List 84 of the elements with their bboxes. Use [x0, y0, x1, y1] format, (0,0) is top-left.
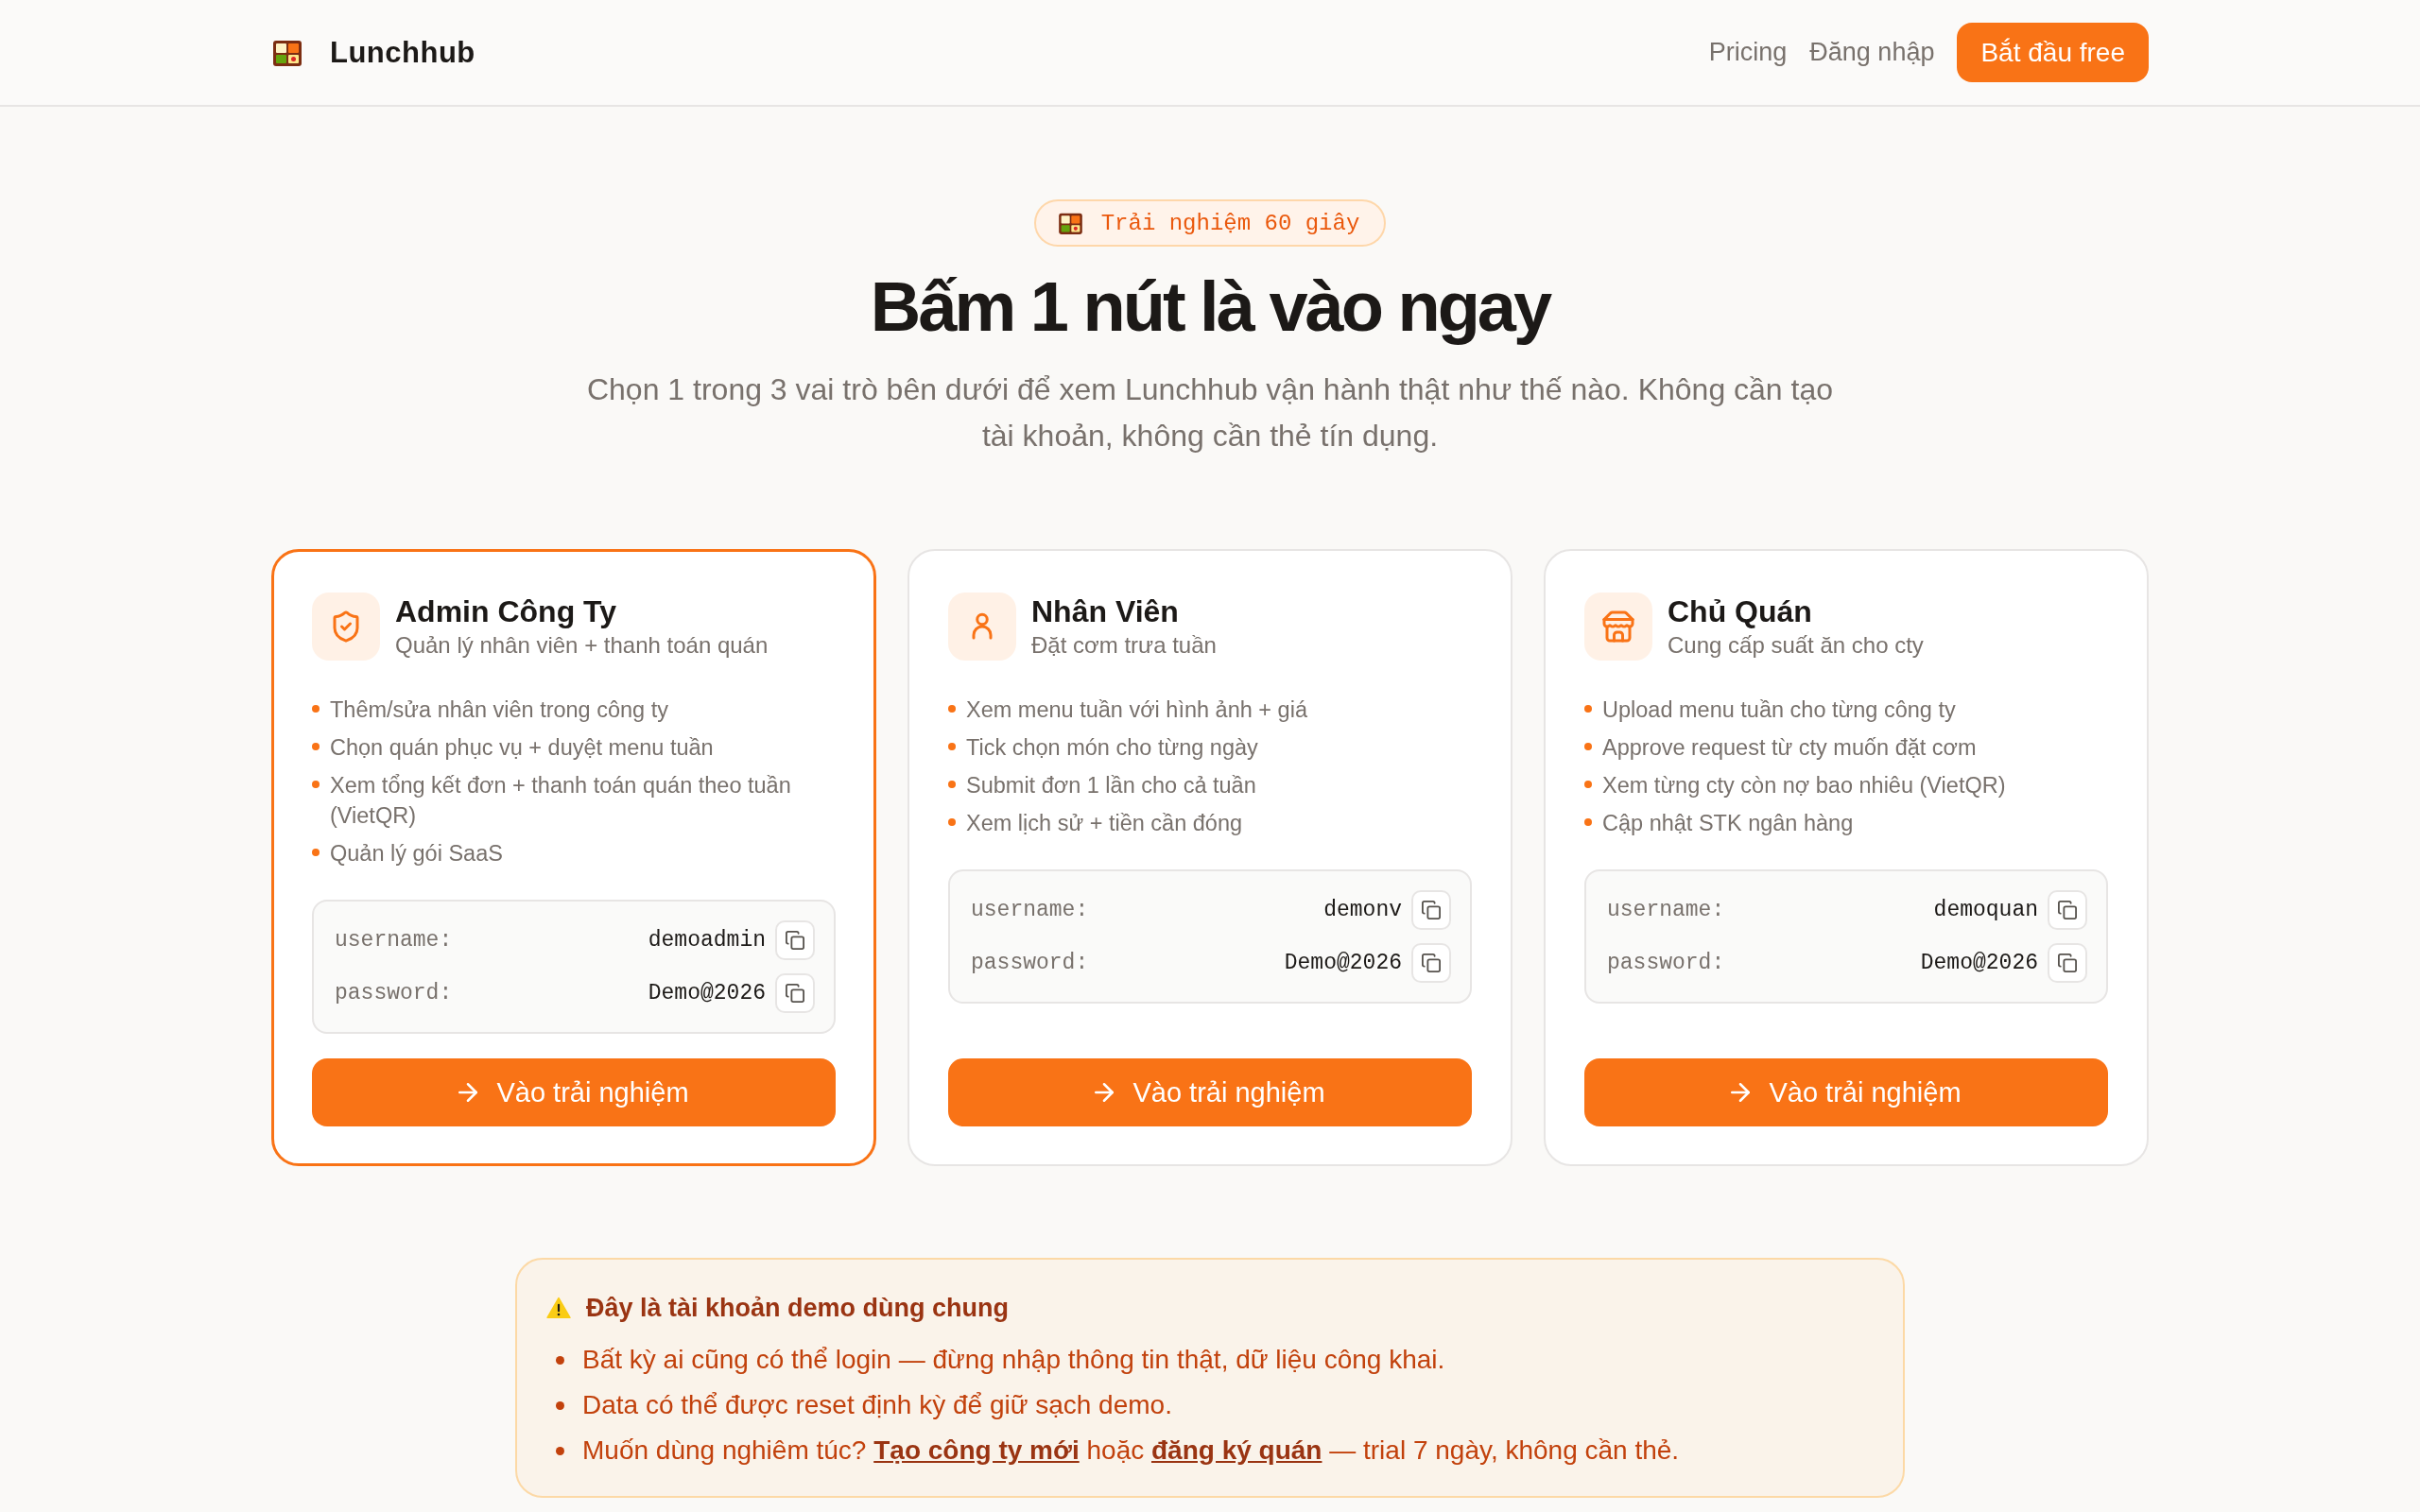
- credential-label: password:: [971, 951, 1090, 975]
- bullet-icon: [948, 743, 956, 750]
- credential-label: username:: [971, 898, 1090, 922]
- arrow-right-icon: [1095, 1083, 1115, 1102]
- credential-value: demoquan: [1933, 898, 2038, 922]
- notice-text: Bất kỳ ai cũng có thể login — đừng nhập thông tin thật, dữ liệu công khai.: [582, 1344, 1445, 1376]
- feature-text: Tick chọn món cho từng ngày: [966, 734, 1258, 762]
- bullet-icon: [556, 1401, 564, 1410]
- credential-value: demonv: [1323, 898, 1402, 922]
- bento-box-icon: [273, 39, 302, 66]
- bullet-icon: [1584, 781, 1592, 788]
- bullet-icon: [1584, 705, 1592, 713]
- feature-text: Thêm/sửa nhân viên trong công ty: [330, 696, 668, 724]
- feature-text: Xem lịch sử + tiền cần đóng: [966, 810, 1243, 837]
- notice-text: Data có thể được reset định kỳ để giữ sạch demo.: [582, 1389, 1172, 1421]
- link[interactable]: Tạo công ty mới: [873, 1435, 1080, 1465]
- bullet-icon: [312, 743, 320, 750]
- try-demo-button[interactable]: Vào trải nghiệm: [1584, 1058, 2108, 1126]
- role-card[interactable]: Nhân Viên Đặt cơm trưa tuần Xem menu tuần với hình ảnh + giá Tick chọn món cho từng ngày Submit đơn 1 lần cho cả tuần Xem lịch sử + tiền cần đóng username: demonv password: Demo@2026 Vào trải nghiệm: [908, 549, 1512, 1166]
- page-subtitle: Chọn 1 trong 3 vai trò bên dưới để xem Lunchhub vận hành thật như thế nào. Không cần tạo tài khoản, không cần thẻ tín dụng.: [585, 371, 1835, 455]
- credential-value: demoadmin: [648, 928, 766, 953]
- notice-text: Muốn dùng nghiêm túc? Tạo công ty mới hoặc đăng ký quán — trial 7 ngày, không cần thẻ.: [582, 1435, 1680, 1467]
- warning-icon: [546, 1297, 571, 1319]
- copy-button[interactable]: [775, 920, 815, 960]
- bullet-icon: [1584, 743, 1592, 750]
- credential-value: Demo@2026: [648, 981, 766, 1005]
- feature-text: Cập nhật STK ngân hàng: [1602, 810, 1854, 837]
- signup-button[interactable]: Bắt đầu free: [1957, 23, 2149, 82]
- credential-label: username:: [1607, 898, 1726, 922]
- role-title: Nhân Viên: [1031, 593, 1180, 630]
- copy-icon: [2058, 901, 2077, 919]
- copy-button[interactable]: [1411, 890, 1451, 930]
- role-card[interactable]: [271, 549, 876, 1166]
- credential-value: Demo@2026: [1920, 951, 2038, 975]
- feature-text: Submit đơn 1 lần cho cả tuần: [966, 772, 1256, 799]
- feature-text: Chọn quán phục vụ + duyệt menu tuần: [330, 734, 714, 762]
- bullet-icon: [1584, 818, 1592, 826]
- role-title: Chủ Quán: [1668, 593, 1813, 630]
- try-demo-button[interactable]: Vào trải nghiệm: [948, 1058, 1472, 1126]
- bullet-icon: [948, 705, 956, 713]
- copy-button[interactable]: [2048, 890, 2087, 930]
- bullet-icon: [556, 1447, 564, 1455]
- credential-label: password:: [335, 981, 454, 1005]
- page-title: Bấm 1 nút là vào ngay: [870, 268, 1550, 346]
- copy-icon: [1422, 901, 1441, 919]
- feature-text: Xem từng cty còn nợ bao nhiêu (VietQR): [1602, 772, 2006, 799]
- nav-link[interactable]: Đăng nhập: [1809, 38, 1935, 67]
- copy-button[interactable]: [1411, 943, 1451, 983]
- copy-icon: [786, 931, 804, 950]
- credential-label: password:: [1607, 951, 1726, 975]
- brand-name[interactable]: Lunchhub: [330, 35, 475, 70]
- storefront-icon: [1584, 593, 1652, 661]
- bullet-icon: [312, 849, 320, 856]
- arrow-right-icon: [1731, 1083, 1751, 1102]
- bullet-icon: [556, 1356, 564, 1365]
- role-subtitle: Quản lý nhân viên + thanh toán quán: [395, 631, 769, 660]
- copy-icon: [2058, 954, 2077, 972]
- feature-text: Xem tổng kết đơn + thanh toán quán theo tuần (VietQR): [330, 772, 792, 830]
- feature-text: Upload menu tuần cho từng công ty: [1602, 696, 1956, 724]
- shield-check-icon: [312, 593, 380, 661]
- arrow-right-icon: [458, 1083, 478, 1102]
- role-subtitle: Cung cấp suất ăn cho cty: [1668, 631, 1924, 660]
- copy-icon: [1422, 954, 1441, 972]
- bullet-icon: [948, 781, 956, 788]
- copy-button[interactable]: [775, 973, 815, 1013]
- person-icon: [948, 593, 1016, 661]
- credential-label: username:: [335, 928, 454, 953]
- bullet-icon: [312, 705, 320, 713]
- feature-text: Approve request từ cty muốn đặt cơm: [1602, 734, 1977, 762]
- role-subtitle: Đặt cơm trưa tuần: [1031, 631, 1217, 660]
- notice-title: Đây là tài khoản demo dùng chung: [586, 1293, 1010, 1323]
- link[interactable]: đăng ký quán: [1151, 1435, 1322, 1465]
- credential-value: Demo@2026: [1284, 951, 1402, 975]
- feature-text: Quản lý gói SaaS: [330, 840, 503, 868]
- copy-button[interactable]: [2048, 943, 2087, 983]
- try-demo-button[interactable]: Vào trải nghiệm: [312, 1058, 836, 1126]
- feature-text: Xem menu tuần với hình ảnh + giá: [966, 696, 1307, 724]
- bento-box-icon: [1058, 212, 1082, 234]
- bullet-icon: [948, 818, 956, 826]
- copy-icon: [786, 984, 804, 1003]
- trial-label: Trải nghiệm 60 giây: [1100, 210, 1360, 236]
- role-title: Admin Công Ty: [395, 593, 618, 630]
- bullet-icon: [312, 781, 320, 788]
- nav-link[interactable]: Pricing: [1708, 38, 1788, 67]
